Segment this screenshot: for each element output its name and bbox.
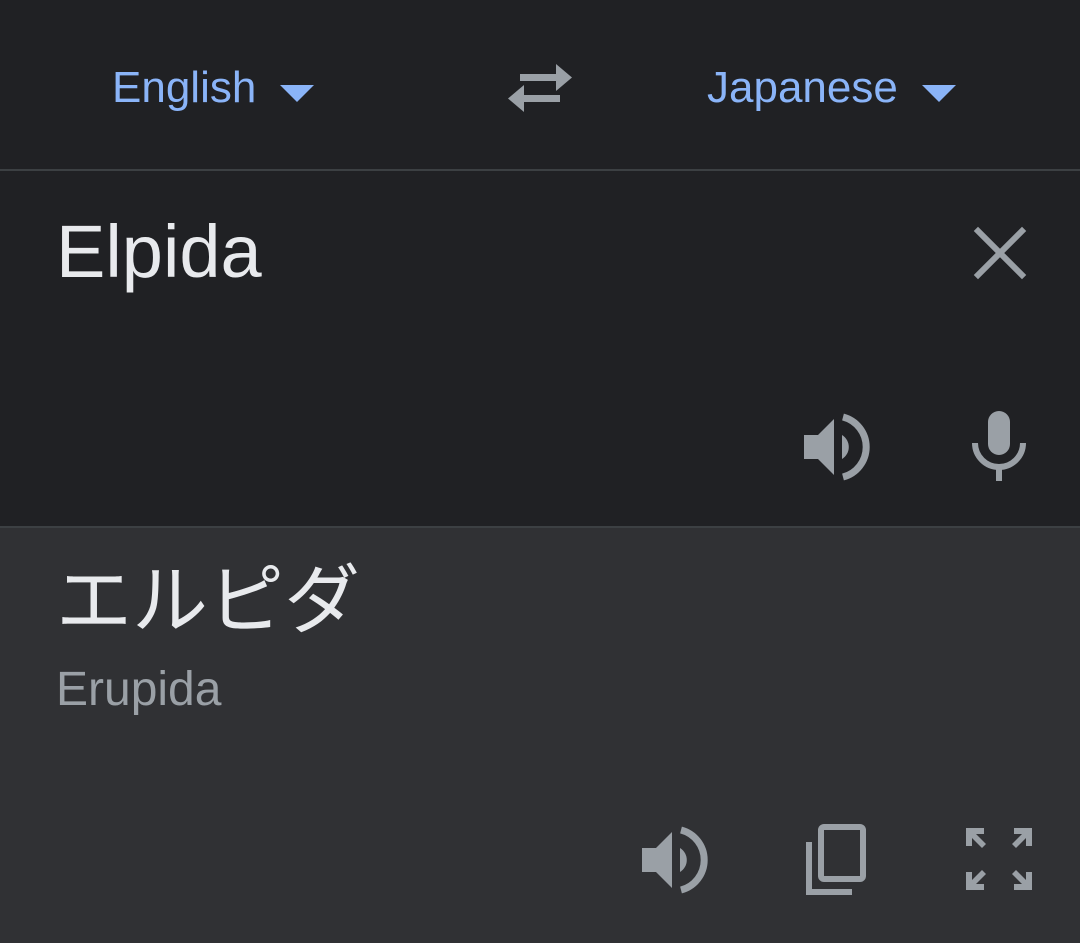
target-language-button[interactable]: Japanese [707,56,956,120]
volume-up-icon [804,413,870,481]
source-text-input[interactable]: Elpida [56,215,262,289]
voice-input-button[interactable] [966,409,1032,485]
source-listen-button[interactable] [800,409,876,485]
language-bar: English Japanese [0,0,1080,171]
translation-listen-button[interactable] [638,822,714,898]
source-language-button[interactable]: English [112,56,315,120]
clear-input-button[interactable] [968,221,1032,285]
output-panel: エルピダ Erupida [0,528,1080,943]
arrow-drop-down-icon [921,84,956,102]
source-language-label: English [112,63,257,112]
fullscreen-icon [966,828,1032,890]
volume-up-icon [642,826,708,894]
fullscreen-button[interactable] [962,824,1036,894]
copy-translation-button[interactable] [800,822,870,898]
close-icon [973,226,1027,280]
translation-text: エルピダ [56,559,360,644]
swap-languages-button[interactable] [504,58,576,118]
arrow-drop-down-icon [280,84,315,102]
copy-icon [806,824,866,895]
swap-horiz-icon [508,64,572,112]
target-language-label: Japanese [707,63,898,112]
transliteration-text: Erupida [56,663,222,716]
mic-icon [972,411,1026,481]
input-panel[interactable]: Elpida [0,171,1080,528]
